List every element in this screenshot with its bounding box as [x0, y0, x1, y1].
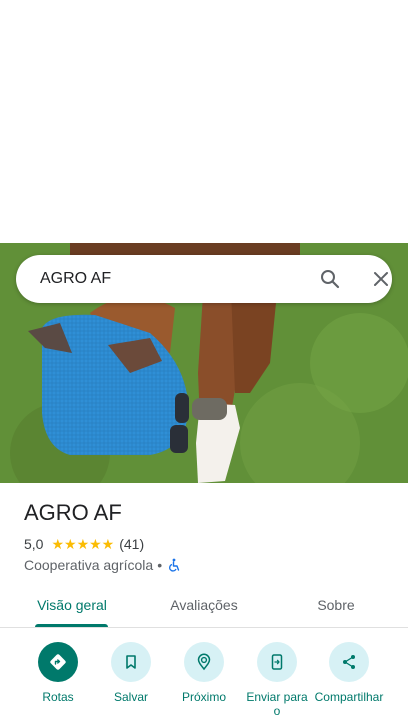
directions-icon [38, 642, 78, 682]
close-icon[interactable] [369, 267, 393, 291]
send-to-phone-icon [257, 642, 297, 682]
nearby-icon [184, 642, 224, 682]
active-tab-indicator [35, 624, 108, 627]
nearby-button[interactable]: Próximo [164, 642, 244, 704]
review-count: (41) [119, 536, 145, 552]
tab-reviews[interactable]: Avaliações [156, 584, 252, 628]
directions-button[interactable]: Rotas [18, 642, 98, 704]
tab-about[interactable]: Sobre [290, 584, 382, 628]
search-bar[interactable]: AGRO AF [16, 255, 392, 303]
place-title: AGRO AF [24, 500, 122, 525]
directions-label: Rotas [42, 690, 74, 704]
save-button[interactable]: Salvar [91, 642, 171, 704]
wheelchair-accessible-icon [167, 558, 181, 572]
rating-row[interactable]: 5,0 ★★★★★ (41) [24, 535, 144, 553]
tab-bar: Visão geral Avaliações Sobre [0, 584, 408, 628]
separator: • [157, 557, 163, 573]
save-label: Salvar [113, 690, 148, 704]
rating-value: 5,0 [24, 536, 44, 552]
send-to-phone-label: Enviar para o [246, 690, 308, 718]
bookmark-icon [111, 642, 151, 682]
share-button[interactable]: Compartilhar [309, 642, 389, 704]
send-to-phone-button[interactable]: Enviar para o [237, 642, 317, 718]
nearby-label: Próximo [181, 690, 226, 704]
search-icon[interactable] [318, 267, 342, 291]
tab-overview[interactable]: Visão geral [24, 584, 120, 628]
rating-stars: ★★★★★ [51, 536, 115, 552]
search-input[interactable]: AGRO AF [40, 255, 111, 303]
share-icon [329, 642, 369, 682]
category-row: Cooperativa agrícola • [24, 556, 181, 574]
place-category: Cooperativa agrícola [24, 557, 154, 573]
share-label: Compartilhar [314, 690, 384, 704]
place-sheet: AGRO AF AGRO AF 5,0 ★★★★★ (41) Cooperati… [0, 0, 408, 726]
